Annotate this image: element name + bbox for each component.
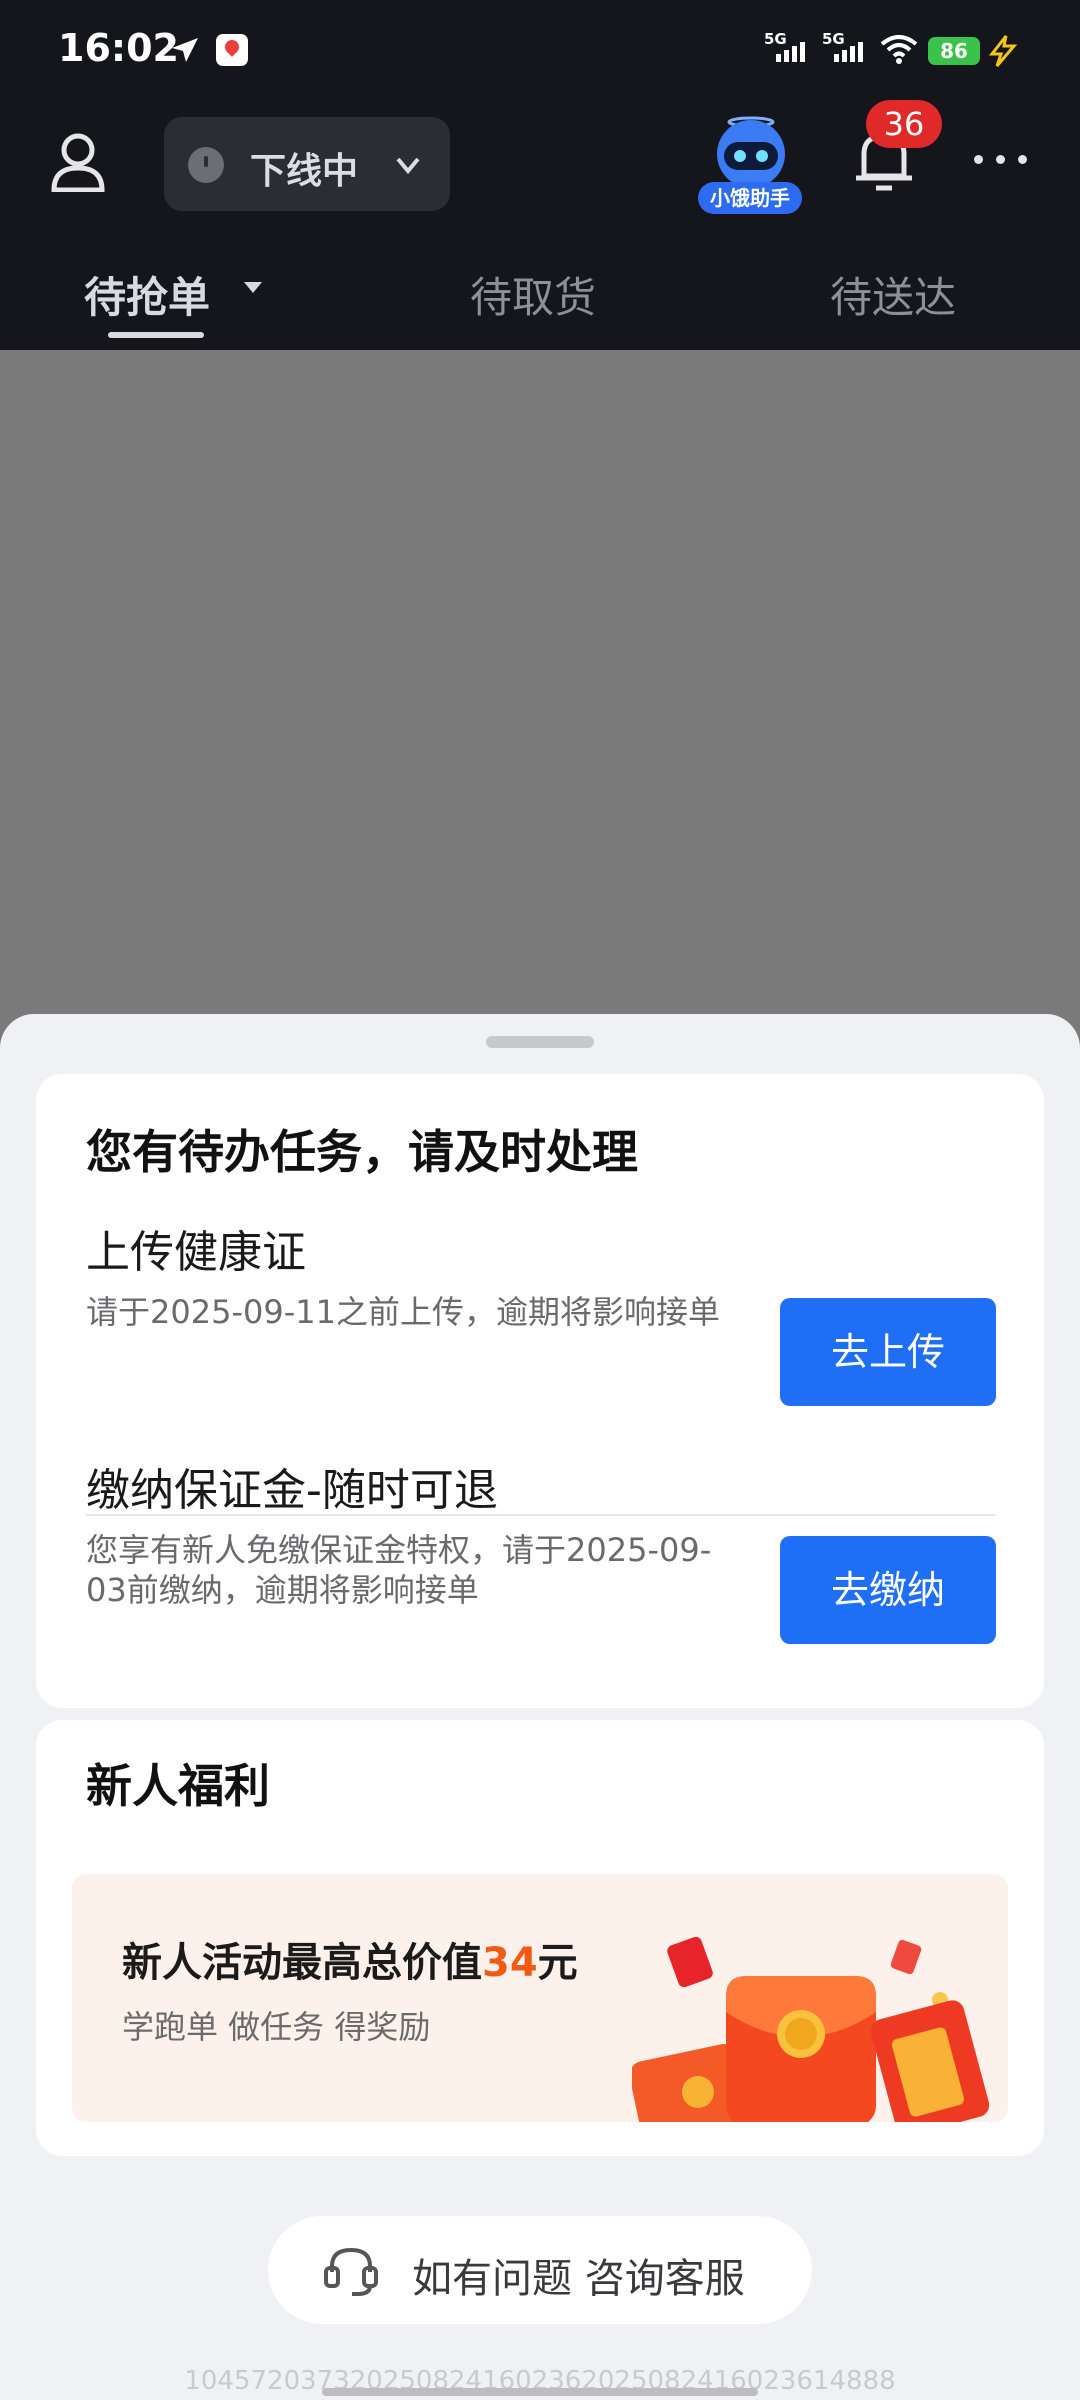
clock-icon (188, 147, 224, 183)
chevron-down-icon (396, 157, 420, 175)
pay-deposit-button[interactable]: 去缴纳 (780, 1536, 996, 1644)
newcomer-promo-banner[interactable]: 新人活动最高总价值34元 学跑单 做任务 得奖励 (72, 1874, 1008, 2122)
sheet-drag-handle[interactable] (486, 1036, 594, 1048)
tab-pending-grab[interactable]: 待抢单 (84, 264, 210, 325)
online-status-dropdown[interactable]: 下线中 (164, 117, 450, 211)
charging-bolt-icon (988, 35, 1018, 67)
signal-icon: 5G (764, 30, 814, 66)
promo-title: 新人活动最高总价值34元 (122, 1940, 578, 1986)
tab-pending-pickup[interactable]: 待取货 (470, 264, 596, 325)
battery-indicator: 86 (928, 37, 980, 65)
promo-subtitle: 学跑单 做任务 得奖励 (122, 2008, 431, 2046)
assistant-button[interactable]: 小饿助手 (696, 112, 806, 216)
active-tab-indicator (108, 332, 204, 338)
red-envelope-icon (632, 1936, 990, 2122)
task-title: 上传健康证 (86, 1227, 306, 1278)
status-time: 16:02 (58, 26, 179, 70)
modal-backdrop[interactable] (0, 350, 1080, 1014)
online-status-label: 下线中 (250, 151, 359, 192)
app-header: 16:02 5G 5G 86 下线中 小饿助手 36 待抢单 待取货 待送达 (0, 0, 1080, 350)
profile-icon[interactable] (50, 132, 106, 192)
welfare-card: 新人福利 新人活动最高总价值34元 学跑单 做任务 得奖励 (36, 1720, 1044, 2156)
signal-icon: 5G (822, 30, 872, 66)
notification-count-badge: 36 (866, 100, 942, 148)
assistant-label: 小饿助手 (698, 182, 802, 214)
task-title: 缴纳保证金-随时可退 (86, 1465, 498, 1516)
order-tabs: 待抢单 待取货 待送达 (0, 250, 1080, 350)
wifi-icon (880, 35, 918, 64)
home-indicator[interactable] (322, 2388, 758, 2396)
task-description: 您享有新人免缴保证金特权，请于2025-09-03前缴纳，逾期将影响接单 (86, 1531, 712, 1609)
welfare-title: 新人福利 (86, 1759, 270, 1813)
todo-title: 您有待办任务，请及时处理 (86, 1125, 638, 1179)
upload-button[interactable]: 去上传 (780, 1298, 996, 1406)
caret-down-icon[interactable] (244, 282, 262, 293)
status-bar: 16:02 5G 5G 86 (0, 0, 1080, 100)
headset-icon (324, 2247, 378, 2296)
robot-icon (717, 116, 785, 188)
tab-pending-delivery[interactable]: 待送达 (830, 264, 956, 325)
more-options-icon[interactable] (970, 150, 1030, 170)
customer-service-button[interactable]: 如有问题 咨询客服 (268, 2216, 812, 2324)
bottom-sheet: 您有待办任务，请及时处理 上传健康证 请于2025-09-11之前上传，逾期将影… (0, 1014, 1080, 2400)
todo-card: 您有待办任务，请及时处理 上传健康证 请于2025-09-11之前上传，逾期将影… (36, 1074, 1044, 1708)
navigation-arrow-icon (172, 38, 198, 62)
task-description: 请于2025-09-11之前上传，逾期将影响接单 (86, 1293, 720, 1331)
map-app-icon (216, 34, 248, 66)
customer-service-label: 如有问题 咨询客服 (412, 2256, 745, 2302)
